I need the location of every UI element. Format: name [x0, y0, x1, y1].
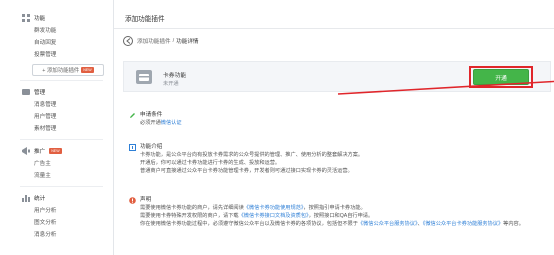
folder-icon	[22, 89, 30, 95]
main-panel: 添加功能插件 添加功能插件 / 功能详情 卡券功能 未开通 开通 申请条件 必须…	[114, 0, 554, 255]
sidebar-item-auto-reply[interactable]: 自动回复	[0, 37, 113, 49]
card-agreement-link[interactable]: 《微信公众平台卡券功能服务协议》	[423, 221, 503, 227]
requirement-section: 申请条件 必须开通微信认证	[130, 111, 535, 128]
add-plugin-button[interactable]: + 添加功能插件 NEW	[32, 64, 104, 76]
sidebar-item-message-analysis[interactable]: 消息分析	[0, 229, 113, 241]
sidebar-section-title: 推广	[34, 149, 46, 155]
platform-agreement-link[interactable]: 《微信公众平台服务协议》	[358, 221, 418, 227]
add-plugin-label: + 添加功能插件	[42, 68, 80, 74]
sidebar: 功能 群发功能 自动回复 投票管理 + 添加功能插件 NEW 管理 消息管理 用…	[0, 0, 114, 255]
sidebar-section-manage: 管理	[0, 85, 113, 99]
sidebar-section-stats: 统计	[0, 191, 113, 205]
sidebar-item-messages[interactable]: 消息管理	[0, 99, 113, 111]
plugin-name: 卡券功能	[163, 73, 187, 79]
app-window: 功能 群发功能 自动回复 投票管理 + 添加功能插件 NEW 管理 消息管理 用…	[0, 0, 554, 255]
sidebar-section-title: 功能	[34, 16, 46, 22]
sidebar-item-publisher[interactable]: 流量主	[0, 170, 113, 182]
statement-line: 需要使用微信卡券功能的商户，请先详细阅读《微信卡券功能使用规范》，按照指引申请卡…	[140, 205, 535, 213]
statement-text: 需要使用微信卡券功能的商户，请先详细阅读	[140, 205, 244, 211]
requirement-prefix: 必须开通	[140, 120, 161, 126]
statement-text: ，按照接口和QA自行申请。	[308, 212, 374, 219]
intro-section: 功能介绍 卡券功能，是公众平台向有投放卡券需求的公众号提供的管理、推广、使用分析…	[129, 143, 535, 175]
statement-section: 声明 需要使用微信卡券功能的商户，请先详细阅读《微信卡券功能使用规范》，按照指引…	[129, 196, 535, 229]
plugin-status: 未开通	[163, 81, 179, 87]
page-title: 添加功能插件	[125, 16, 165, 23]
chart-icon	[22, 195, 30, 202]
sidebar-item-mass-send[interactable]: 群发功能	[0, 25, 113, 37]
requirement-heading: 申请条件	[140, 112, 163, 118]
statement-text: ，按照指引申请卡券功能。	[303, 205, 366, 211]
annotation-arrow	[337, 80, 554, 95]
sidebar-divider	[20, 139, 103, 140]
pencil-icon	[130, 113, 135, 118]
sidebar-section-title: 统计	[34, 196, 46, 202]
statement-line: 你在使用微信卡券功能过程中，必须遵守微信公众平台以及微信卡券的各项协议，包括但不…	[140, 221, 535, 229]
intro-heading: 功能介绍	[140, 144, 163, 150]
grid-icon	[22, 14, 30, 22]
sidebar-item-user-analysis[interactable]: 用户分析	[0, 205, 113, 217]
sidebar-item-article-analysis[interactable]: 图文分析	[0, 217, 113, 229]
back-icon[interactable]	[123, 36, 133, 46]
sidebar-item-users[interactable]: 用户管理	[0, 111, 113, 123]
statement-line: 需要使用卡券特殊开发权限的商户，请下载《微信卡券接口文档及资质包》，按照接口和Q…	[140, 213, 535, 221]
statement-text: 你在使用微信卡券功能过程中，必须遵守微信公众平台以及微信卡券的各项协议，包括但不…	[140, 220, 358, 227]
card-icon	[136, 70, 152, 84]
sidebar-item-materials[interactable]: 素材管理	[0, 123, 113, 135]
sidebar-item-vote[interactable]: 投票管理	[0, 49, 113, 61]
breadcrumb: 添加功能插件 / 功能详情	[123, 36, 199, 46]
breadcrumb-parent-link[interactable]: 添加功能插件	[137, 37, 171, 45]
info-icon	[129, 144, 136, 151]
statement-text: 需要使用卡券特殊开发权限的商户，请下载	[140, 212, 239, 219]
sidebar-item-advertiser[interactable]: 广告主	[0, 158, 113, 170]
megaphone-icon	[22, 147, 30, 155]
sidebar-section-functions: 功能	[0, 11, 113, 25]
alert-icon	[129, 197, 136, 204]
statement-heading: 声明	[140, 197, 152, 203]
verification-link[interactable]: 微信认证	[161, 120, 182, 126]
api-docs-link[interactable]: 《微信卡券接口文档及资质包》	[239, 213, 309, 219]
title-divider	[114, 28, 554, 29]
sidebar-section-promote: 推广 NEW	[0, 144, 113, 158]
intro-line: 普通商户可直接通过公众平台卡券功能管理卡券，开发者则可通过接口实现卡券的灵活运营…	[140, 167, 353, 174]
new-badge: NEW	[49, 148, 62, 154]
sidebar-divider	[20, 186, 103, 187]
intro-line: 开通后，你可以通过卡券功能进行卡券的生成、投放和运营。	[140, 159, 281, 166]
breadcrumb-current: 功能详情	[176, 39, 199, 45]
requirement-text: 必须开通微信认证	[140, 120, 535, 128]
breadcrumb-separator: /	[172, 38, 175, 44]
sidebar-section-title: 管理	[34, 90, 46, 96]
usage-spec-link[interactable]: 《微信卡券功能使用规范》	[244, 205, 304, 211]
statement-text: 等内容。	[503, 220, 524, 227]
sidebar-divider	[20, 80, 103, 81]
new-badge: NEW	[81, 67, 94, 73]
intro-line: 卡券功能，是公众平台向有投放卡券需求的公众号提供的管理、推广、使用分析的整套解决…	[140, 152, 364, 158]
